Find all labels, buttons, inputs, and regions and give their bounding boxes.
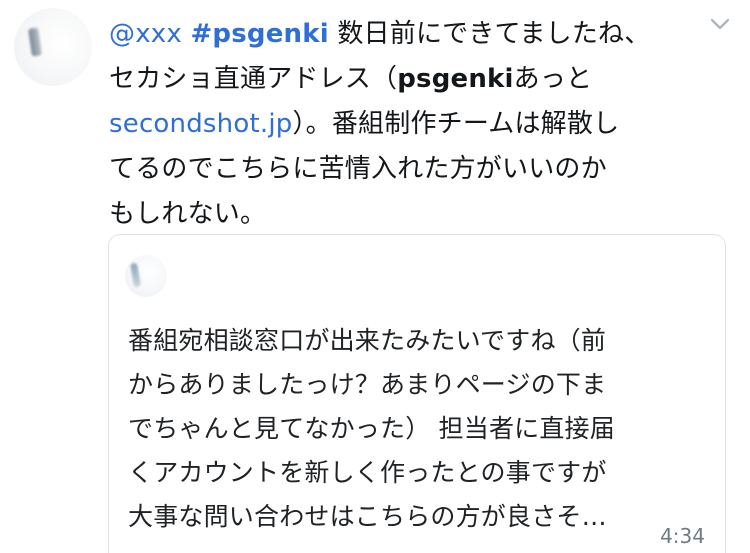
tweet-line-2-before: セカショ直通アドレス（	[109, 64, 398, 94]
tweet-line-4: てるのでこちらに苦情入れた方がいいのか	[109, 154, 607, 184]
tweet-line-2: セカショ直通アドレス（psgenkiあっと	[109, 57, 729, 102]
tweet-line-1: @xxx #psgenki 数日前にできてましたね、	[109, 12, 729, 57]
quoted-tweet-card[interactable]: 番組宛相談窓口が出来たみたいですね（前 からありましたっけ？あまりページの下ま …	[108, 234, 726, 553]
tweet-line-2-bold: psgenki	[397, 64, 514, 94]
quoted-avatar	[125, 255, 167, 297]
timestamp: 4:34	[660, 524, 705, 548]
tweet-line-1-text: 数日前にできてましたね、	[337, 19, 651, 49]
tweet-line-3: secondshot.jp）。番組制作チームは解散し	[109, 102, 729, 147]
url-link[interactable]: secondshot.jp	[109, 109, 292, 139]
quoted-line-1: 番組宛相談窓口が出来たみたいですね（前	[128, 326, 607, 355]
avatar[interactable]	[14, 8, 92, 86]
quoted-tweet-text: 番組宛相談窓口が出来たみたいですね（前 からありましたっけ？あまりページの下ま …	[128, 319, 713, 539]
tweet-line-3-after: ）。番組制作チームは解散し	[292, 109, 620, 139]
tweet-body: @xxx #psgenki 数日前にできてましたね、 セカショ直通アドレス（ps…	[109, 12, 729, 237]
quoted-line-5: 大事な問い合わせはこちらの方が良さそ…	[128, 502, 607, 531]
mention-link[interactable]: @xxx	[109, 19, 182, 49]
tweet-line-2-after: あっと	[513, 64, 593, 94]
quoted-line-4: くアカウントを新しく作ったとの事ですが	[128, 458, 607, 487]
quoted-line-3: でちゃんと見てなかった） 担当者に直接届	[128, 414, 615, 443]
tweet-line-5: もしれない。	[109, 199, 267, 229]
hashtag-link[interactable]: #psgenki	[190, 19, 328, 49]
quoted-line-2: からありましたっけ？あまりページの下ま	[128, 370, 607, 399]
